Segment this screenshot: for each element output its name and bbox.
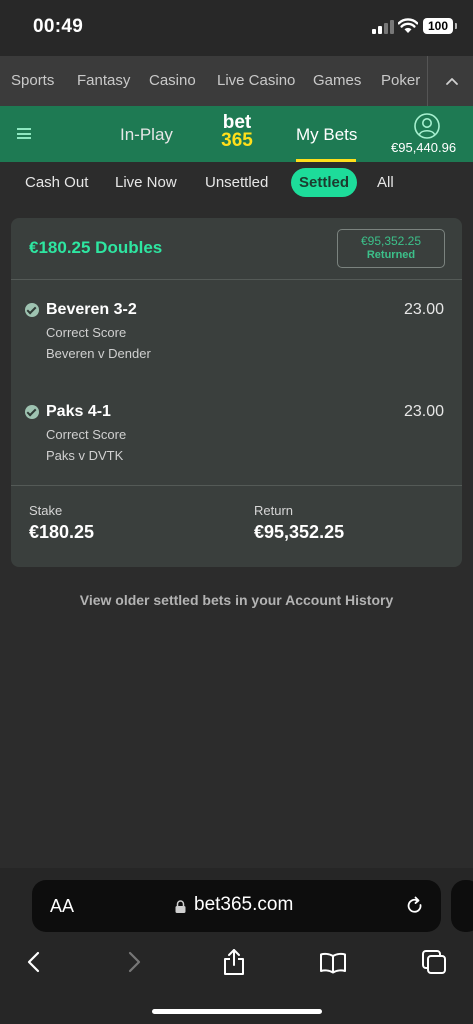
selection-name: Beveren 3-2 [46, 301, 137, 318]
selection-market: Correct Score [46, 427, 127, 442]
sports-nav: Sports Fantasy Casino Live Casino Games … [0, 56, 473, 106]
selection-market: Correct Score [46, 325, 127, 340]
nav-item-casino[interactable]: Casino [149, 72, 196, 89]
next-tab-preview[interactable] [451, 880, 473, 932]
nav-item-live-casino[interactable]: Live Casino [217, 72, 295, 89]
my-bets-link[interactable]: My Bets [296, 125, 357, 145]
back-icon[interactable] [20, 948, 48, 976]
selection-fixture: Paks v DVTK [46, 448, 124, 463]
settled-bet-card[interactable]: €180.25 Doubles €95,352.25 Returned Beve… [11, 218, 462, 567]
url-text[interactable]: bet365.com [194, 894, 293, 916]
bet-selection: Paks 4-1 23.00 Correct Score Paks v DVTK [11, 403, 462, 483]
home-indicator [152, 1009, 322, 1014]
nav-divider [427, 56, 428, 106]
returned-label: Returned [366, 249, 416, 261]
in-play-link[interactable]: In-Play [120, 125, 173, 145]
check-circle-icon [25, 405, 39, 419]
browser-toolbar: AA bet365.com [0, 868, 473, 1024]
nav-item-poker[interactable]: Poker [381, 72, 420, 89]
menu-icon[interactable] [17, 128, 31, 139]
account-history-link[interactable]: View older settled bets in your Account … [0, 592, 473, 608]
returned-amount: €95,352.25 [360, 234, 422, 248]
stake-value: €180.25 [29, 522, 95, 542]
tab-live-now[interactable]: Live Now [115, 174, 177, 191]
selection-odds: 23.00 [403, 403, 444, 420]
reload-icon[interactable] [405, 896, 425, 916]
account-icon[interactable] [414, 113, 440, 139]
return-label: Return [254, 503, 294, 518]
wifi-icon [398, 18, 418, 33]
bet-filter-tabs: Cash Out Live Now Unsettled Settled All [0, 162, 473, 204]
forward-icon[interactable] [120, 948, 148, 976]
tab-settled[interactable]: Settled [291, 168, 358, 197]
nav-item-sports[interactable]: Sports [11, 72, 54, 89]
selection-odds: 23.00 [403, 301, 444, 318]
address-bar[interactable]: AA bet365.com [32, 880, 441, 932]
check-circle-icon [25, 303, 39, 317]
tabs-icon[interactable] [420, 948, 448, 976]
bet-selection: Beveren 3-2 23.00 Correct Score Beveren … [11, 301, 462, 381]
bookmarks-icon[interactable] [319, 948, 347, 976]
lock-icon [175, 900, 186, 913]
text-size-button[interactable]: AA [50, 896, 74, 917]
cellular-signal-icon [372, 20, 394, 34]
bet365-logo[interactable]: bet 365 [217, 113, 257, 151]
stake-label: Stake [29, 503, 63, 518]
nav-item-fantasy[interactable]: Fantasy [77, 72, 130, 89]
bet-title: €180.25 Doubles [29, 238, 163, 257]
share-icon[interactable] [220, 948, 248, 976]
selection-fixture: Beveren v Dender [46, 346, 151, 361]
nav-item-games[interactable]: Games [313, 72, 361, 89]
tab-all[interactable]: All [377, 174, 394, 191]
return-value: €95,352.25 [254, 522, 345, 542]
tab-unsettled[interactable]: Unsettled [205, 174, 268, 191]
divider [11, 485, 462, 486]
returned-badge: €95,352.25 Returned [337, 229, 445, 268]
status-bar: 00:49 100 [0, 0, 473, 56]
selection-name: Paks 4-1 [46, 403, 111, 420]
chevron-up-icon[interactable] [440, 70, 464, 92]
account-balance[interactable]: €95,440.96 [391, 140, 456, 155]
battery-icon: 100 [423, 18, 457, 34]
tab-cash-out[interactable]: Cash Out [25, 174, 88, 191]
divider [11, 279, 462, 280]
logo-text-365: 365 [221, 130, 253, 151]
clock: 00:49 [33, 16, 84, 37]
